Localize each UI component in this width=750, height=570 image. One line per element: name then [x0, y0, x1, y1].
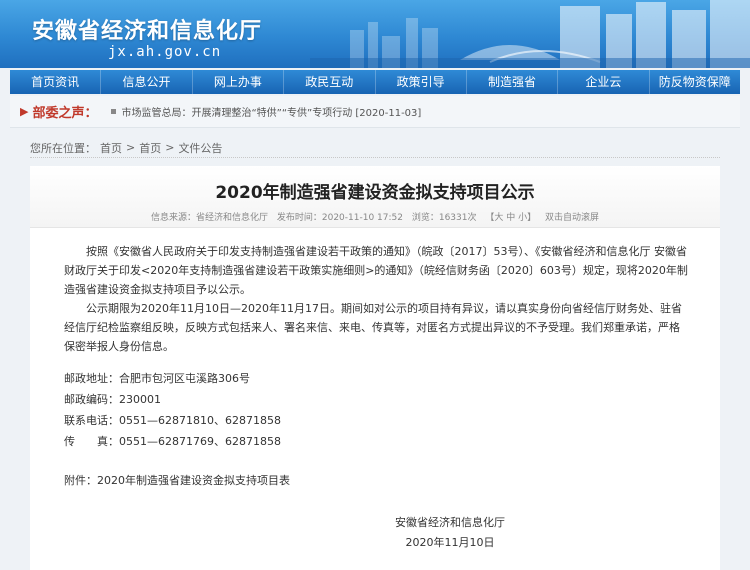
arrow-right-icon: ▶: [20, 105, 29, 118]
meta-source: 信息来源：省经济和信息化厅: [150, 213, 268, 223]
nav-item-online-service[interactable]: 网上办事: [193, 70, 285, 94]
site-header: 安徽省经济和信息化厅 jx.ah.gov.cn: [0, 0, 750, 68]
nav-item-info-public[interactable]: 信息公开: [101, 70, 193, 94]
breadcrumb-section-link[interactable]: 文件公告: [178, 140, 222, 156]
article-title: 2020年制造强省建设资金拟支持项目公示: [215, 183, 535, 203]
contact-fax: 传 真：0551—62871769、62871858: [64, 435, 281, 448]
article-body: 按照《安徽省人民政府关于印发支持制造强省建设若干政策的通知》（皖政〔2017〕5…: [64, 242, 690, 356]
contact-info: 邮政地址：合肥市包河区屯溪路306号 邮政编码：230001 联系电话：0551…: [64, 370, 464, 454]
font-size-switcher[interactable]: 【大 中 小】: [485, 213, 536, 223]
auto-scroll-toggle[interactable]: 双击自动滚屏: [545, 213, 599, 223]
nav-item-interaction[interactable]: 政民互动: [284, 70, 376, 94]
sign-date: 2020年11月10日: [405, 536, 495, 549]
breadcrumb: 您所在位置： 首页 > 首页 > 文件公告: [30, 138, 720, 158]
breadcrumb-separator: >: [126, 141, 136, 154]
site-url: jx.ah.gov.cn: [108, 44, 222, 60]
breadcrumb-home-link-2[interactable]: 首页: [139, 140, 161, 156]
ministry-notice-bar: ▶ 部委之声： 市场监管总局：开展清理整治“特供”“专供”专项行动 [2020-…: [10, 96, 740, 128]
nav-item-manufacturing[interactable]: 制造强省: [467, 70, 559, 94]
breadcrumb-prefix: 您所在位置：: [30, 141, 96, 155]
contact-postcode: 邮政编码：230001: [64, 393, 161, 406]
notice-label-text: 部委之声：: [32, 106, 98, 121]
meta-views: 浏览：16331次: [411, 213, 477, 223]
city-skyline-banner: [310, 0, 750, 68]
breadcrumb-home-link[interactable]: 首页: [100, 140, 122, 156]
notice-link-text: 市场监管总局：开展清理整治“特供”“专供”专项行动 [2020-11-03]: [121, 108, 422, 119]
article-meta: 信息来源：省经济和信息化厅 发布时间：2020-11-10 17:52 浏览：1…: [30, 210, 720, 223]
nav-item-policy[interactable]: 政策引导: [376, 70, 467, 94]
article-paragraph: 按照《安徽省人民政府关于印发支持制造强省建设若干政策的通知》（皖政〔2017〕5…: [64, 245, 688, 296]
article-paragraph: 公示期限为2020年11月10日—2020年11月17日。期间如对公示的项目持有…: [64, 302, 682, 353]
article-title-box: 2020年制造强省建设资金拟支持项目公示 信息来源：省经济和信息化厅 发布时间：…: [30, 166, 720, 228]
nav-item-epidemic-supplies[interactable]: 防反物资保障: [650, 70, 740, 94]
attachment-link[interactable]: 附件：2020年制造强省建设资金拟支持项目表: [64, 472, 464, 488]
contact-phone: 联系电话：0551—62871810、62871858: [64, 414, 281, 427]
nav-item-enterprise-cloud[interactable]: 企业云: [558, 70, 650, 94]
sign-organization: 安徽省经济和信息化厅: [395, 516, 505, 529]
meta-time: 发布时间：2020-11-10 17:52: [276, 213, 403, 223]
notice-label: ▶ 部委之声：: [20, 102, 97, 121]
contact-address: 邮政地址：合肥市包河区屯溪路306号: [64, 372, 250, 385]
site-title[interactable]: 安徽省经济和信息化厅: [32, 13, 262, 45]
nav-item-home[interactable]: 首页资讯: [10, 70, 102, 94]
notice-link[interactable]: 市场监管总局：开展清理整治“特供”“专供”专项行动 [2020-11-03]: [111, 104, 421, 119]
article-panel: 2020年制造强省建设资金拟支持项目公示 信息来源：省经济和信息化厅 发布时间：…: [30, 166, 720, 570]
breadcrumb-separator: >: [165, 141, 175, 154]
bullet-icon: [111, 109, 117, 114]
main-nav: 首页资讯 信息公开 网上办事 政民互动 政策引导 制造强省 企业云 防反物资保障: [10, 70, 740, 94]
